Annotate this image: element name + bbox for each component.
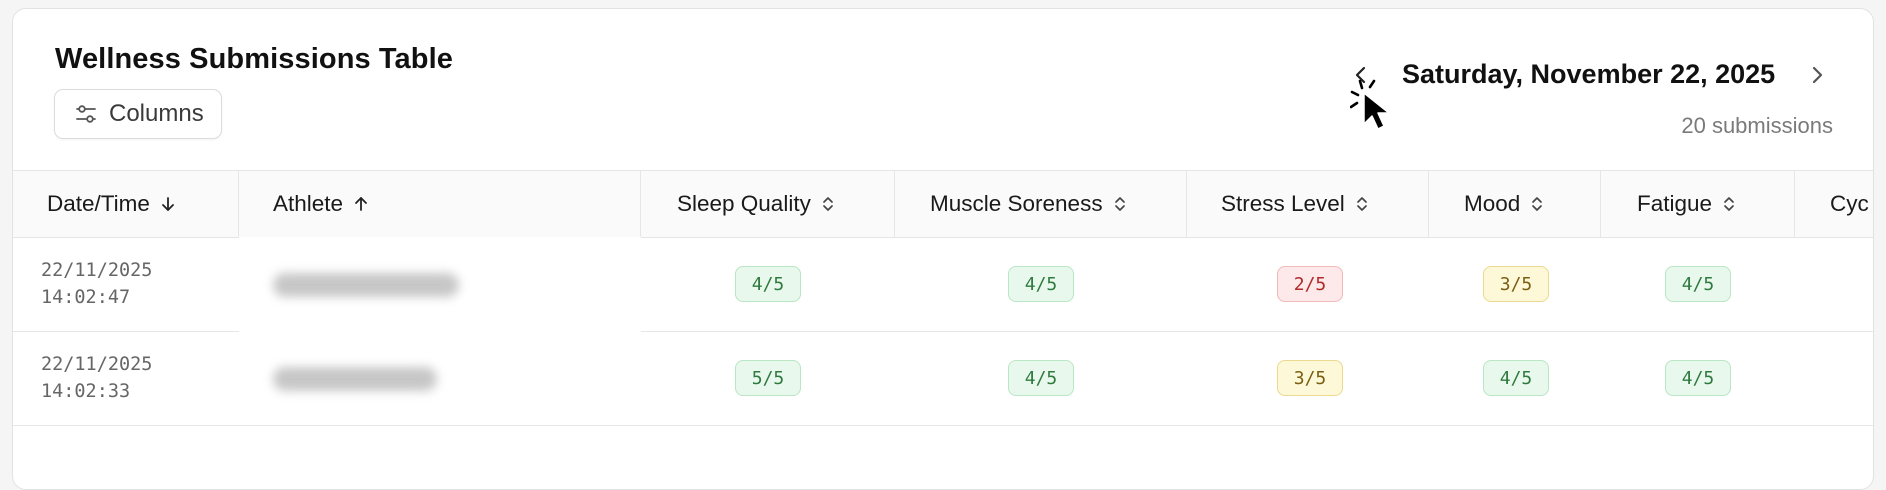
sort-icon [1356,195,1368,213]
sleep-quality-badge: 5/5 [735,360,801,396]
sort-icon [822,195,834,213]
time-text: 14:02:33 [41,381,131,402]
table-header: Date/Time Athlete Sleep Quality Muscle S… [13,170,1873,238]
arrow-down-icon [161,196,175,212]
column-header-label: Athlete [273,191,344,216]
mood-badge: 4/5 [1483,360,1549,396]
date-navigator: Saturday, November 22, 2025 [1343,55,1843,95]
wellness-card: Wellness Submissions Table Columns Satur… [12,8,1874,490]
column-header-label: Date/Time [47,191,150,216]
next-day-button[interactable] [1799,55,1835,95]
column-header-fatigue[interactable]: Fatigue [1601,171,1795,237]
column-header-datetime[interactable]: Date/Time [13,171,239,237]
page-title: Wellness Submissions Table [55,43,453,75]
columns-button[interactable]: Columns [54,89,222,139]
mood-badge: 3/5 [1483,266,1549,302]
column-header-mood[interactable]: Mood [1429,171,1601,237]
date-text: 22/11/2025 [41,354,153,375]
sort-icon [1723,195,1735,213]
stress-level-badge: 2/5 [1277,266,1343,302]
table-row[interactable]: 22/11/2025 14:02:33 5/5 4/5 3/5 4/5 4/5 [13,331,1873,426]
column-header-label: Cyc [1830,191,1869,216]
column-header-label: Muscle Soreness [930,191,1103,216]
column-header-sleep-quality[interactable]: Sleep Quality [641,171,895,237]
column-header-athlete[interactable]: Athlete [239,171,641,237]
chevron-right-icon [1812,66,1823,84]
date-text: 22/11/2025 [41,260,153,281]
column-header-cycle[interactable]: Cyc [1795,171,1873,237]
datetime-cell: 22/11/2025 14:02:33 [41,351,152,405]
previous-day-button[interactable] [1343,55,1379,95]
fatigue-badge: 4/5 [1665,360,1731,396]
column-header-stress-level[interactable]: Stress Level [1187,171,1429,237]
submission-count: 20 submissions [1681,113,1833,138]
time-text: 14:02:47 [41,287,131,308]
table-row[interactable]: 22/11/2025 14:02:47 4/5 4/5 2/5 3/5 4/5 [13,237,1873,332]
stress-level-badge: 3/5 [1277,360,1343,396]
chevron-left-icon [1355,66,1366,84]
athlete-name-blurred [273,273,459,297]
datetime-cell: 22/11/2025 14:02:47 [41,257,152,311]
column-header-label: Fatigue [1637,191,1713,216]
muscle-soreness-badge: 4/5 [1008,266,1074,302]
athlete-name-blurred [273,367,437,391]
fatigue-badge: 4/5 [1665,266,1731,302]
athlete-cell [239,331,641,425]
sleep-quality-badge: 4/5 [735,266,801,302]
sliders-icon [76,105,96,123]
athlete-cell [239,237,641,331]
current-date: Saturday, November 22, 2025 [1402,59,1776,89]
muscle-soreness-badge: 4/5 [1008,360,1074,396]
column-header-muscle-soreness[interactable]: Muscle Soreness [895,171,1187,237]
column-header-label: Sleep Quality [677,191,811,216]
sort-icon [1531,195,1543,213]
sort-icon [1114,195,1126,213]
columns-button-label: Columns [109,100,204,127]
column-header-label: Stress Level [1221,191,1345,216]
column-header-label: Mood [1464,191,1521,216]
arrow-up-icon [354,196,368,212]
